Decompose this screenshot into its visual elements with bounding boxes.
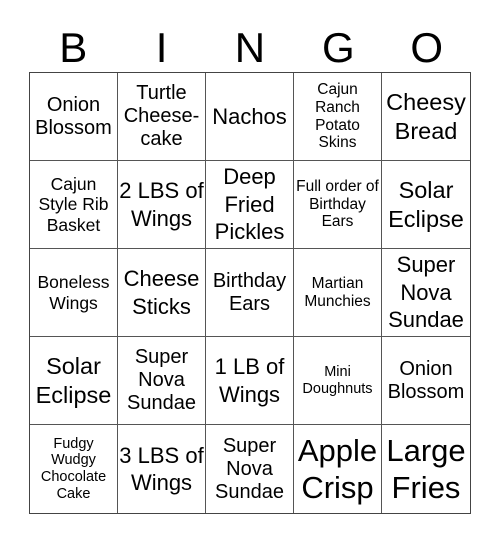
bingo-cell[interactable]: Cheese Sticks (118, 249, 206, 337)
bingo-cell[interactable]: 3 LBS of Wings (118, 425, 206, 513)
bingo-cell[interactable]: Full order of Birthday Ears (294, 161, 382, 249)
header-letter-i: I (155, 24, 168, 71)
bingo-cell[interactable]: Solar Eclipse (382, 161, 470, 249)
bingo-cell[interactable]: Onion Blossom (382, 337, 470, 425)
bingo-cell[interactable]: Birthday Ears (206, 249, 294, 337)
bingo-card-grid: Onion Blossom Turtle Cheese-cake Nachos … (29, 72, 471, 514)
bingo-cell[interactable]: Solar Eclipse (30, 337, 118, 425)
header-letter-g: G (322, 24, 355, 71)
bingo-cell[interactable]: Apple Crisp (294, 425, 382, 513)
header-letter-o: O (410, 24, 444, 71)
bingo-cell[interactable]: Super Nova Sundae (382, 249, 470, 337)
bingo-cell[interactable]: Boneless Wings (30, 249, 118, 337)
bingo-cell[interactable]: Cajun Ranch Potato Skins (294, 73, 382, 161)
header-letter-b: B (59, 24, 88, 71)
bingo-header: B I N G O (29, 24, 471, 72)
bingo-cell[interactable]: Super Nova Sundae (118, 337, 206, 425)
bingo-cell[interactable]: Turtle Cheese-cake (118, 73, 206, 161)
bingo-cell[interactable]: Deep Fried Pickles (206, 161, 294, 249)
bingo-cell[interactable]: Nachos (206, 73, 294, 161)
bingo-cell[interactable]: 2 LBS of Wings (118, 161, 206, 249)
bingo-cell[interactable]: Mini Doughnuts (294, 337, 382, 425)
bingo-cell[interactable]: Onion Blossom (30, 73, 118, 161)
bingo-cell[interactable]: 1 LB of Wings (206, 337, 294, 425)
bingo-cell[interactable]: Cajun Style Rib Basket (30, 161, 118, 249)
bingo-cell[interactable]: Cheesy Bread (382, 73, 470, 161)
bingo-cell[interactable]: Large Fries (382, 425, 470, 513)
bingo-cell[interactable]: Fudgy Wudgy Chocolate Cake (30, 425, 118, 513)
header-letter-n: N (234, 24, 266, 71)
bingo-cell[interactable]: Martian Munchies (294, 249, 382, 337)
bingo-cell[interactable]: Super Nova Sundae (206, 425, 294, 513)
